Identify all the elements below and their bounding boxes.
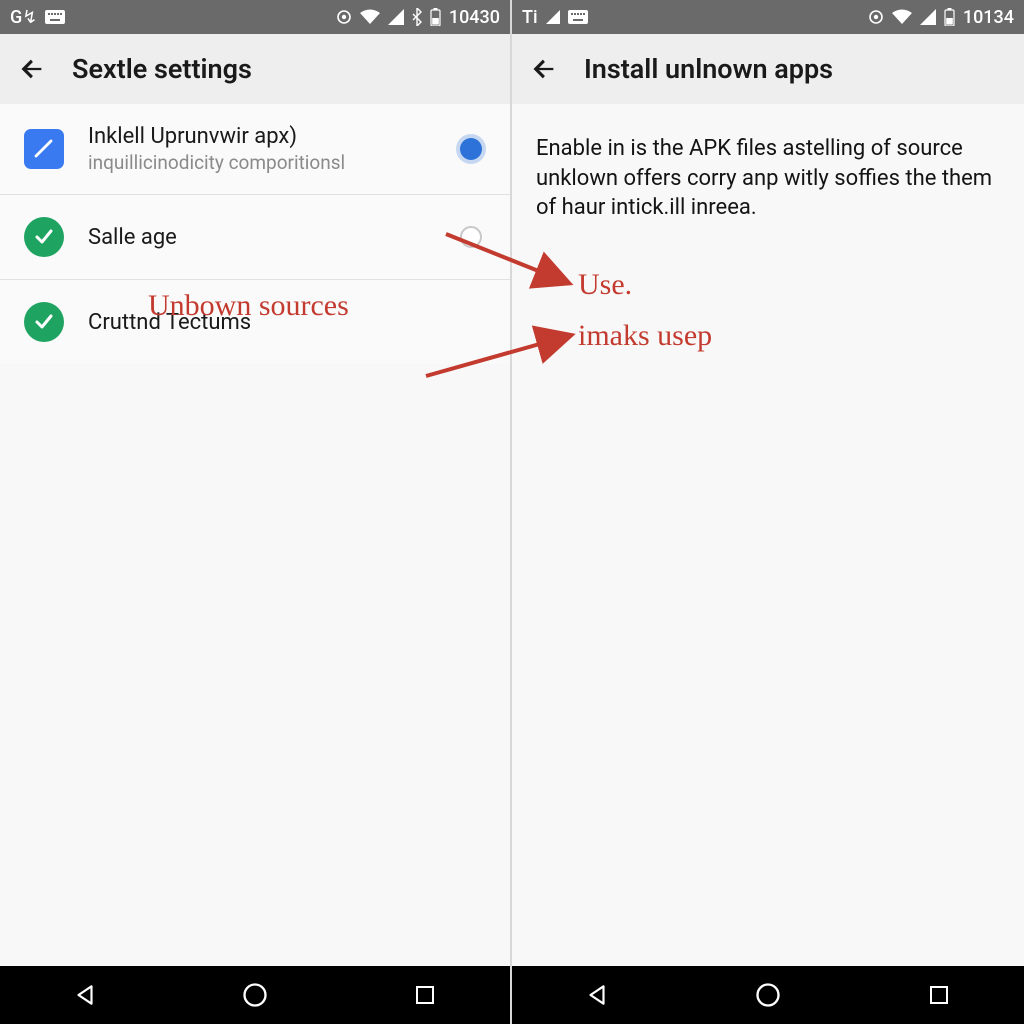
signal-icon	[388, 9, 404, 25]
canvas: G↯ 1	[0, 0, 1024, 1024]
row-no-control	[454, 305, 488, 339]
statusbar-right-icons: 10430	[336, 7, 500, 28]
statusbar-left: G↯ 1	[0, 0, 510, 34]
radio-selected[interactable]	[454, 132, 488, 166]
keyboard-icon	[45, 10, 65, 24]
signal-icon	[920, 9, 936, 25]
description-text: Enable in is the APK files astelling of …	[512, 104, 1024, 231]
back-button[interactable]	[528, 53, 560, 85]
nav-back-button[interactable]	[575, 973, 619, 1017]
bluetooth-icon	[412, 8, 422, 26]
signal-small-icon	[546, 10, 560, 24]
back-button[interactable]	[16, 53, 48, 85]
row-title: Cruttnd Tectums	[88, 310, 432, 335]
appbar-left: Sextle settings	[0, 34, 510, 104]
circle-icon	[336, 9, 352, 25]
page-title: Sextle settings	[72, 53, 252, 85]
battery-icon	[944, 8, 955, 26]
appbar-right: Install unlnown apps	[512, 34, 1024, 104]
keyboard-icon	[568, 10, 588, 24]
status-time: 10430	[449, 7, 500, 28]
row-subtitle: inquillicinodicity comporitionsl	[88, 151, 432, 174]
settings-row-cruttnd[interactable]: Cruttnd Tectums	[0, 280, 510, 364]
wifi-icon	[360, 9, 380, 25]
navbar-right	[512, 966, 1024, 1024]
statusbar-right-icons: 10134	[868, 7, 1014, 28]
row-title: Inklell Uprunvwir apx)	[88, 124, 432, 149]
nav-recent-button[interactable]	[917, 973, 961, 1017]
navbar-left	[0, 966, 510, 1024]
status-time: 10134	[963, 7, 1014, 28]
phone-left: G↯ 1	[0, 0, 512, 1024]
status-text-icon: Ti	[522, 7, 538, 28]
status-text-icon: G↯	[10, 7, 37, 28]
nav-home-button[interactable]	[233, 973, 277, 1017]
settings-row-unknown-apps[interactable]: Inklell Uprunvwir apx) inquillicinodicit…	[0, 104, 510, 195]
statusbar-left-icons: G↯	[10, 7, 65, 28]
nav-recent-button[interactable]	[403, 973, 447, 1017]
circle-icon	[868, 9, 884, 25]
check-circle-icon	[22, 300, 66, 344]
nav-back-button[interactable]	[63, 973, 107, 1017]
radio-unselected[interactable]	[454, 220, 488, 254]
wifi-icon	[892, 9, 912, 25]
settings-list: Inklell Uprunvwir apx) inquillicinodicit…	[0, 104, 510, 966]
statusbar-left-icons: Ti	[522, 7, 588, 28]
content-right: Enable in is the APK files astelling of …	[512, 104, 1024, 966]
check-circle-icon	[22, 215, 66, 259]
battery-icon	[430, 8, 441, 26]
settings-row-salle-age[interactable]: Salle age	[0, 195, 510, 280]
phone-right: Ti 1	[512, 0, 1024, 1024]
row-title: Salle age	[88, 225, 432, 250]
statusbar-right: Ti 1	[512, 0, 1024, 34]
page-title: Install unlnown apps	[584, 53, 833, 85]
nav-home-button[interactable]	[746, 973, 790, 1017]
app-square-icon	[22, 127, 66, 171]
